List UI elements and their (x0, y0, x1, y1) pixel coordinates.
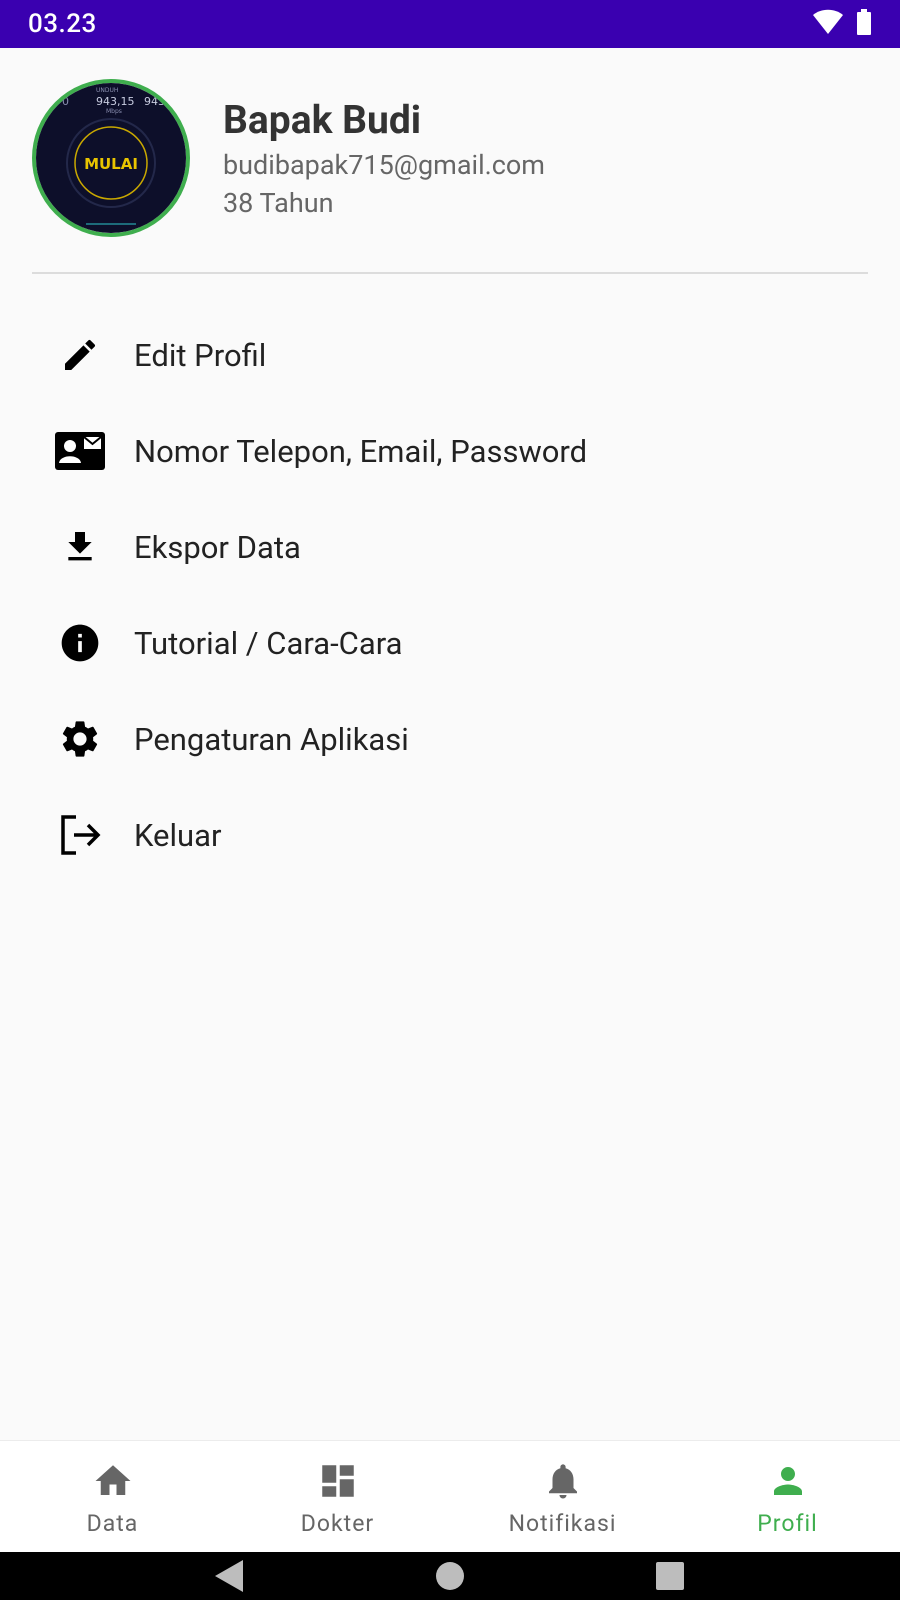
person-icon (767, 1458, 809, 1504)
avatar-top-label: UNDUH (96, 87, 118, 94)
menu-item-edit-profil[interactable]: Edit Profil (0, 307, 900, 403)
nav-item-profil[interactable]: Profil (675, 1441, 900, 1553)
battery-icon (856, 9, 872, 39)
menu-item-ekspor-data[interactable]: Ekspor Data (0, 499, 900, 595)
menu-item-pengaturan[interactable]: Pengaturan Aplikasi (0, 691, 900, 787)
nav-label: Notifikasi (508, 1509, 617, 1537)
download-icon (53, 520, 107, 574)
gear-icon (53, 712, 107, 766)
home-button-icon[interactable] (435, 1561, 465, 1591)
pencil-icon (53, 328, 107, 382)
back-icon[interactable] (215, 1560, 245, 1592)
profile-name: Bapak Budi (223, 97, 422, 143)
profile-menu: Edit Profil Nomor Telepon, Email, Passwo… (0, 307, 900, 883)
menu-item-label: Edit Profil (134, 336, 267, 374)
avatar-image: 0 UNDUH 943,15 Mbps 943 MULAI (36, 83, 186, 233)
nav-item-data[interactable]: Data (0, 1441, 225, 1553)
contact-mail-icon (53, 424, 107, 478)
avatar-button-text: MULAI (84, 155, 138, 173)
wifi-icon (812, 9, 844, 39)
menu-item-kontak[interactable]: Nomor Telepon, Email, Password (0, 403, 900, 499)
profile-age: 38 Tahun (223, 187, 334, 219)
menu-item-tutorial[interactable]: Tutorial / Cara-Cara (0, 595, 900, 691)
nav-label: Data (86, 1509, 139, 1537)
profile-info: Bapak Budi budibapak715@gmail.com 38 Tah… (223, 97, 545, 219)
avatar-side-right: 943 (144, 95, 165, 108)
menu-item-label: Pengaturan Aplikasi (134, 720, 409, 758)
menu-item-label: Tutorial / Cara-Cara (134, 624, 403, 662)
system-navigation-bar (0, 1552, 900, 1600)
profile-email: budibapak715@gmail.com (223, 149, 545, 181)
menu-item-keluar[interactable]: Keluar (0, 787, 900, 883)
bell-icon (542, 1458, 584, 1504)
menu-item-label: Keluar (134, 816, 222, 854)
nav-item-notifikasi[interactable]: Notifikasi (450, 1441, 675, 1553)
avatar[interactable]: 0 UNDUH 943,15 Mbps 943 MULAI (32, 79, 190, 237)
recents-icon[interactable] (655, 1561, 685, 1591)
avatar-side-left: 0 (62, 95, 69, 108)
info-icon (53, 616, 107, 670)
nav-item-dokter[interactable]: Dokter (225, 1441, 450, 1553)
divider (32, 272, 868, 274)
status-bar: 03.23 (0, 0, 900, 48)
status-icons (812, 9, 872, 39)
logout-icon (53, 808, 107, 862)
avatar-unit: Mbps (106, 108, 122, 115)
menu-item-label: Nomor Telepon, Email, Password (134, 432, 588, 470)
nav-label: Profil (757, 1509, 818, 1537)
nav-label: Dokter (300, 1509, 375, 1537)
dashboard-icon (317, 1458, 359, 1504)
avatar-readout: 943,15 (96, 95, 135, 108)
menu-item-label: Ekspor Data (134, 528, 301, 566)
home-icon (92, 1458, 134, 1504)
status-time: 03.23 (28, 9, 97, 39)
bottom-navigation: Data Dokter Notifikasi Profil (0, 1440, 900, 1553)
profile-header: 0 UNDUH 943,15 Mbps 943 MULAI Bapak Budi… (32, 78, 868, 238)
